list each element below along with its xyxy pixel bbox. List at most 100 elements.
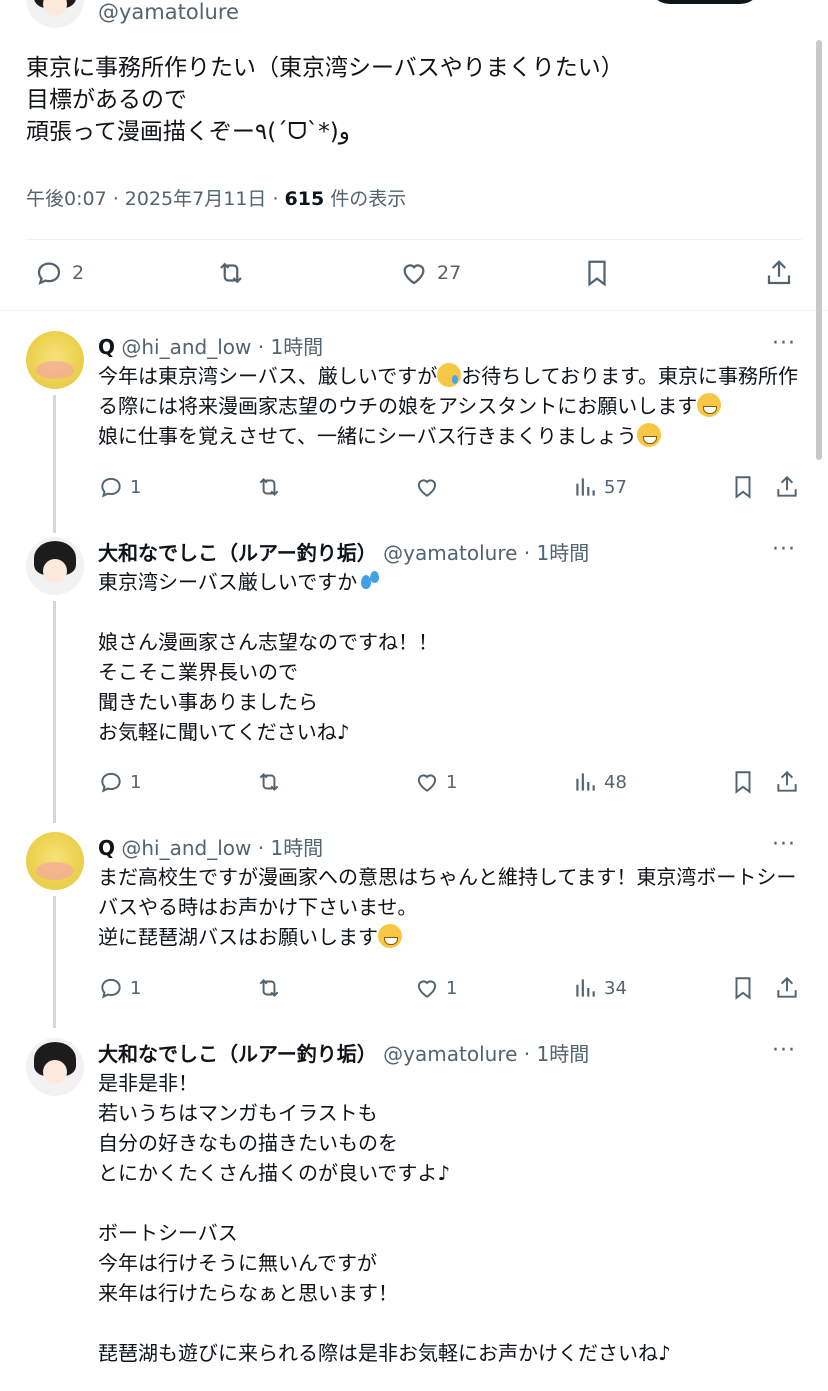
avatar[interactable] — [26, 1038, 84, 1096]
like-button[interactable]: 1 — [414, 975, 457, 1001]
display-name[interactable]: Q — [98, 335, 115, 359]
like-button[interactable]: 1 — [414, 769, 457, 795]
share-button[interactable] — [774, 769, 800, 795]
heart-icon — [417, 774, 437, 792]
more-icon[interactable]: ··· — [772, 832, 796, 857]
post-text: 東京に事務所作りたい（東京湾シーバスやりまくりたい） 目標があるので 頑張って漫… — [26, 55, 624, 145]
reply-time[interactable]: · 1時間 — [251, 335, 323, 359]
bookmark-icon — [735, 771, 751, 794]
post-timestamp[interactable]: 午後0:07 · 2025年7月11日 · — [26, 188, 285, 210]
reply-item[interactable]: 大和なでしこ（ルアー釣り垢） @yamatolure · 1時間 ··· 是非是… — [0, 1038, 828, 1391]
reply-text: 東京湾シーバス厳しいですか 娘さん漫画家さん志望なのですね！！ そこそこ業界長い… — [98, 567, 808, 747]
handle[interactable]: @hi_and_low — [121, 836, 251, 860]
avatar[interactable] — [26, 537, 84, 595]
more-icon[interactable]: ··· — [772, 331, 796, 356]
bookmark-icon — [735, 476, 751, 499]
bookmark-button[interactable] — [730, 975, 756, 1001]
heart-icon — [403, 264, 425, 285]
views-icon — [576, 773, 595, 791]
handle[interactable]: @hi_and_low — [121, 335, 251, 359]
share-icon — [777, 770, 797, 792]
repost-button[interactable] — [256, 474, 288, 500]
handle[interactable]: @yamatolure — [383, 541, 517, 565]
reply-header: 大和なでしこ（ルアー釣り垢） @yamatolure · 1時間 — [98, 1038, 589, 1067]
views-button[interactable]: 57 — [572, 474, 627, 500]
display-name[interactable]: 大和なでしこ（ルアー釣り垢） — [98, 1042, 377, 1066]
like-button[interactable] — [414, 474, 446, 500]
more-icon[interactable]: ··· — [772, 1038, 796, 1063]
crying-face-emoji — [437, 363, 462, 387]
views-icon — [576, 979, 595, 997]
reply-count: 1 — [130, 977, 142, 999]
reply-icon — [101, 772, 121, 793]
grinning-squinting-face-emoji — [697, 393, 722, 417]
repost-button[interactable] — [256, 975, 288, 1001]
bookmark-button[interactable] — [730, 474, 756, 500]
repost-icon — [259, 979, 279, 997]
repost-button[interactable] — [256, 769, 288, 795]
grinning-squinting-face-emoji — [378, 924, 402, 948]
share-button[interactable] — [774, 975, 800, 1001]
repost-icon — [259, 478, 279, 496]
display-name[interactable]: Q — [98, 836, 115, 860]
author-avatar[interactable] — [26, 0, 84, 28]
reply-time[interactable]: · 1時間 — [251, 836, 323, 860]
thread-line — [53, 395, 56, 533]
reply-button[interactable]: 2 — [34, 258, 84, 288]
reply-button[interactable]: 1 — [98, 975, 141, 1001]
views-icon — [576, 478, 595, 496]
divider — [0, 310, 828, 311]
reply-item[interactable]: Q @hi_and_low · 1時間 ··· 今年は東京湾シーバス、厳しいです… — [0, 331, 828, 533]
reply-button[interactable]: 1 — [98, 769, 141, 795]
post-action-bar: 2 27 — [0, 240, 828, 310]
repost-button[interactable] — [216, 258, 254, 288]
reply-item[interactable]: Q @hi_and_low · 1時間 ··· まだ高校生ですが漫画家への意思は… — [0, 832, 828, 1028]
views-button[interactable]: 48 — [572, 769, 627, 795]
bookmark-icon — [588, 260, 606, 287]
reply-text-part: まだ高校生ですが漫画家への意思はちゃんと維持してます！東京湾ボートシーバスやる時… — [98, 865, 797, 949]
sweat-droplets-emoji — [357, 569, 381, 593]
reply-time[interactable]: · 1時間 — [517, 541, 589, 565]
follow-button[interactable] — [648, 0, 762, 4]
heart-icon — [417, 479, 437, 497]
repost-icon — [220, 262, 242, 284]
author-handle[interactable]: @yamatolure — [98, 0, 239, 24]
view-label: 件の表示 — [324, 188, 407, 210]
share-icon — [777, 976, 797, 998]
like-count: 1 — [446, 977, 458, 999]
reply-text: 今年は東京湾シーバス、厳しいですが お待ちしております。東京に事務所作る際には将来… — [98, 361, 808, 451]
reply-icon — [101, 477, 121, 498]
view-count: 34 — [604, 977, 627, 999]
reply-count: 2 — [72, 262, 85, 284]
reply-icon — [37, 262, 61, 286]
handle[interactable]: @yamatolure — [383, 1042, 517, 1066]
display-name[interactable]: 大和なでしこ（ルアー釣り垢） — [98, 541, 377, 565]
reply-count: 1 — [130, 771, 142, 793]
share-button[interactable] — [764, 258, 794, 288]
post-meta: 午後0:07 · 2025年7月11日 · 615 件の表示 — [26, 184, 406, 211]
like-count: 1 — [446, 771, 458, 793]
reply-count: 1 — [130, 476, 142, 498]
share-icon — [767, 260, 791, 285]
avatar[interactable] — [26, 331, 84, 389]
reply-action-bar: 1 57 — [0, 474, 828, 510]
reply-icon — [101, 978, 121, 999]
share-icon — [777, 475, 797, 497]
more-icon[interactable]: ··· — [772, 537, 796, 562]
reply-item[interactable]: 大和なでしこ（ルアー釣り垢） @yamatolure · 1時間 ··· 東京湾… — [0, 537, 828, 823]
bookmark-icon — [735, 977, 751, 1000]
reply-text-part: 今年は東京湾シーバス、厳しいですが — [98, 364, 438, 388]
bookmark-button[interactable] — [730, 769, 756, 795]
reply-action-bar: 1 1 48 — [0, 769, 828, 805]
views-button[interactable]: 34 — [572, 975, 627, 1001]
reply-button[interactable]: 1 — [98, 474, 141, 500]
view-count: 57 — [604, 476, 627, 498]
reply-time[interactable]: · 1時間 — [517, 1042, 589, 1066]
view-count: 48 — [604, 771, 627, 793]
like-button[interactable]: 27 — [399, 258, 461, 288]
avatar[interactable] — [26, 832, 84, 890]
share-button[interactable] — [774, 474, 800, 500]
reply-text: 是非是非！ 若いうちはマンガもイラストも 自分の好きなもの描きたいものを とにか… — [98, 1071, 671, 1365]
bookmark-button[interactable] — [582, 258, 612, 288]
reply-text: まだ高校生ですが漫画家への意思はちゃんと維持してます！東京湾ボートシーバスやる時… — [98, 862, 808, 952]
